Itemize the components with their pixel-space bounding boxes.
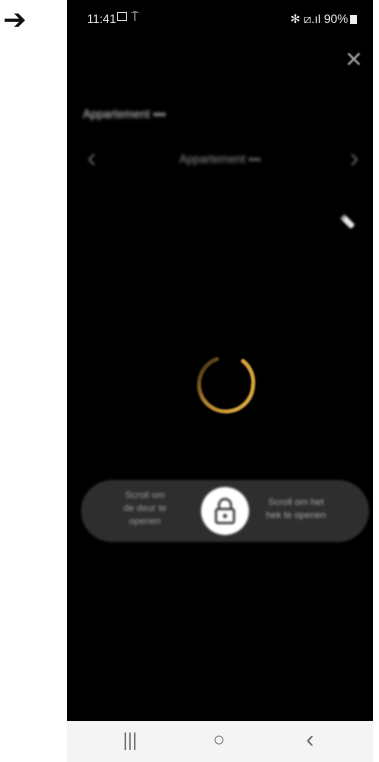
antenna-icon: ⍑ xyxy=(131,9,139,24)
image-icon xyxy=(117,12,127,21)
android-nav-bar: ||| ○ ‹ xyxy=(67,721,373,762)
back-icon[interactable]: ‹ xyxy=(306,728,314,752)
arrow-right-icon: ➔ xyxy=(3,4,27,35)
recents-icon[interactable]: ||| xyxy=(123,728,137,752)
status-time: 11:41 xyxy=(87,12,117,26)
status-indicators: ✻ ⧄.ıl 90% xyxy=(290,12,357,27)
status-right-text: ✻ ⧄.ıl 90% xyxy=(290,12,348,26)
apartment-label: Appartement ▪▪▪ xyxy=(83,109,166,121)
phone-screen: 11:41 ⍑ ✻ ⧄.ıl 90% ✕ Appartement ▪▪▪ ‹ A… xyxy=(67,0,373,762)
close-icon[interactable]: ✕ xyxy=(345,49,363,71)
lock-icon xyxy=(214,497,236,525)
home-icon[interactable]: ○ xyxy=(213,728,225,752)
status-bar: 11:41 ⍑ ✻ ⧄.ıl 90% xyxy=(67,0,373,34)
open-gate-hint: Scroll om het hek te openen xyxy=(265,497,327,521)
next-apartment-button[interactable]: › xyxy=(350,144,359,172)
loading-spinner xyxy=(197,357,256,414)
open-door-hint: Scroll om de deur te openen xyxy=(123,490,167,527)
battery-icon xyxy=(350,15,357,25)
unlock-slider[interactable]: Scroll om de deur te openen Scroll om he… xyxy=(81,480,369,542)
apartment-title: Appartement ▪▪▪ xyxy=(179,154,261,166)
edit-pencil-icon[interactable] xyxy=(339,213,357,231)
lock-knob[interactable] xyxy=(201,487,249,535)
